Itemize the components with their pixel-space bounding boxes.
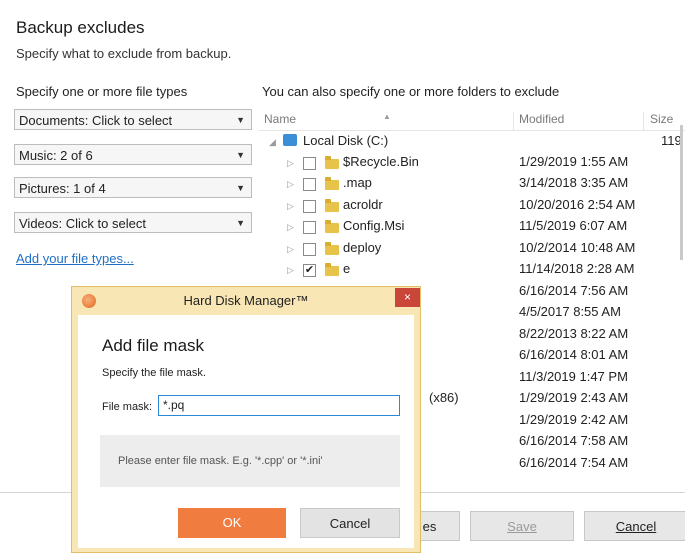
tree-row-modified: 11/3/2019 1:47 PM (519, 369, 628, 384)
documents-combo-label: Documents: Click to select (19, 113, 173, 128)
expand-arrow-icon[interactable]: ▷ (287, 222, 294, 233)
file-mask-hint: Please enter file mask. E.g. '*.cpp' or … (100, 435, 400, 487)
folder-icon (325, 199, 339, 212)
tree-row[interactable]: ▷ ✔ e 11/14/2018 2:28 AM (259, 261, 679, 282)
tree-row-modified: 3/14/2018 3:35 AM (519, 175, 629, 190)
chevron-down-icon: ▼ (236, 183, 245, 193)
tree-row[interactable]: ▷ acroldr 10/20/2016 2:54 AM (259, 197, 679, 218)
tree-row-modified: 11/5/2019 6:07 AM (519, 218, 628, 233)
tree-row-root[interactable]: ◢ Local Disk (C:) 119 (269, 133, 682, 154)
dialog-body: Add file mask Specify the file mask. Fil… (78, 315, 414, 548)
tree-row-modified: 6/16/2014 8:01 AM (519, 347, 629, 362)
file-mask-input[interactable]: *.pq (158, 395, 400, 416)
videos-combo-label: Videos: Click to select (19, 216, 146, 231)
folder-checkbox[interactable] (303, 178, 316, 191)
tree-row-modified: 11/14/2018 2:28 AM (519, 261, 635, 276)
folder-checkbox[interactable] (303, 157, 316, 170)
pictures-combo[interactable]: Pictures: 1 of 4 ▼ (14, 177, 252, 198)
column-divider[interactable] (643, 112, 644, 130)
expand-arrow-icon[interactable]: ▷ (287, 201, 294, 212)
tree-row[interactable]: ▷ deploy 10/2/2014 10:48 AM (259, 240, 679, 261)
column-header: ▲ Name Modified Size (259, 108, 685, 131)
tree-row-modified: 4/5/2017 8:55 AM (519, 304, 621, 319)
folder-checkbox-checked[interactable]: ✔ (303, 264, 316, 277)
tree-row-size: 119 (661, 133, 682, 148)
folder-checkbox[interactable] (303, 243, 316, 256)
tree-row-modified: 10/20/2016 2:54 AM (519, 197, 636, 212)
expand-arrow-icon[interactable]: ▷ (287, 244, 294, 255)
folder-icon (325, 263, 339, 276)
folder-checkbox[interactable] (303, 200, 316, 213)
chevron-down-icon: ▼ (236, 115, 245, 125)
folder-icon (325, 156, 339, 169)
column-modified[interactable]: Modified (519, 112, 564, 126)
tree-row-modified: 1/29/2019 2:43 AM (519, 390, 629, 405)
videos-combo[interactable]: Videos: Click to select ▼ (14, 212, 252, 233)
file-types-heading: Specify one or more file types (16, 84, 188, 99)
tree-row-modified: 10/2/2014 10:48 AM (519, 240, 636, 255)
expand-arrow-icon[interactable]: ▷ (287, 179, 294, 190)
tree-row[interactable]: ▷ .map 3/14/2018 3:35 AM (259, 175, 679, 196)
tree-row-name: acroldr (343, 197, 383, 212)
tree-row-name: .map (343, 175, 372, 190)
expand-arrow-icon[interactable]: ▷ (287, 158, 294, 169)
dialog-heading: Add file mask (102, 336, 205, 355)
column-size[interactable]: Size (650, 112, 673, 126)
dialog-subheading: Specify the file mask. (102, 367, 206, 379)
tree-row-name: Local Disk (C:) (303, 133, 389, 148)
music-combo-label: Music: 2 of 6 (19, 148, 93, 163)
folder-icon (325, 242, 339, 255)
tree-row-name-partial: (x86) (429, 390, 459, 405)
cancel-button[interactable]: Cancel (584, 511, 685, 541)
file-mask-label: File mask: (102, 401, 153, 413)
folder-checkbox[interactable] (303, 221, 316, 234)
save-button[interactable]: Save (470, 511, 574, 541)
add-file-mask-dialog: Hard Disk Manager™ × Add file mask Speci… (71, 286, 421, 553)
tree-row-modified: 6/16/2014 7:56 AM (519, 283, 629, 298)
column-divider[interactable] (513, 112, 514, 130)
chevron-down-icon: ▼ (236, 150, 245, 160)
documents-combo[interactable]: Documents: Click to select ▼ (14, 109, 252, 130)
tree-row-modified: 1/29/2019 1:55 AM (519, 154, 629, 169)
page-subtitle: Specify what to exclude from backup. (16, 46, 232, 61)
music-combo[interactable]: Music: 2 of 6 ▼ (14, 144, 252, 165)
column-name[interactable]: Name (264, 112, 296, 126)
tree-row-name: deploy (343, 240, 382, 255)
tree-row-modified: 6/16/2014 7:54 AM (519, 455, 629, 468)
tree-row[interactable]: ▷ Config.Msi 11/5/2019 6:07 AM (259, 218, 679, 239)
close-button[interactable]: × (395, 288, 420, 307)
folders-heading: You can also specify one or more folders… (262, 84, 560, 99)
tree-row-modified: 8/22/2013 8:22 AM (519, 326, 629, 341)
sort-ascending-icon: ▲ (383, 112, 391, 121)
dialog-window-title: Hard Disk Manager™ (183, 293, 309, 308)
add-file-types-link[interactable]: Add your file types... (16, 251, 134, 266)
tree-row[interactable]: ▷ $Recycle.Bin 1/29/2019 1:55 AM (259, 154, 679, 175)
folder-icon (325, 177, 339, 190)
tree-row-name: Config.Msi (343, 218, 405, 233)
tree-row-name: $Recycle.Bin (343, 154, 419, 169)
folder-icon (325, 220, 339, 233)
tree-row-modified: 6/16/2014 7:58 AM (519, 433, 629, 448)
tree-scrollbar[interactable] (680, 125, 683, 260)
page-title: Backup excludes (16, 18, 145, 37)
expand-arrow-icon[interactable]: ▷ (287, 265, 294, 276)
tree-row-name: e (343, 261, 351, 276)
tree-row-modified: 1/29/2019 2:42 AM (519, 412, 629, 427)
chevron-down-icon: ▼ (236, 218, 245, 228)
ok-button[interactable]: OK (178, 508, 286, 538)
expanded-arrow-icon[interactable]: ◢ (269, 137, 276, 148)
pictures-combo-label: Pictures: 1 of 4 (19, 181, 106, 196)
dialog-cancel-button[interactable]: Cancel (300, 508, 400, 538)
drive-icon (283, 134, 297, 146)
